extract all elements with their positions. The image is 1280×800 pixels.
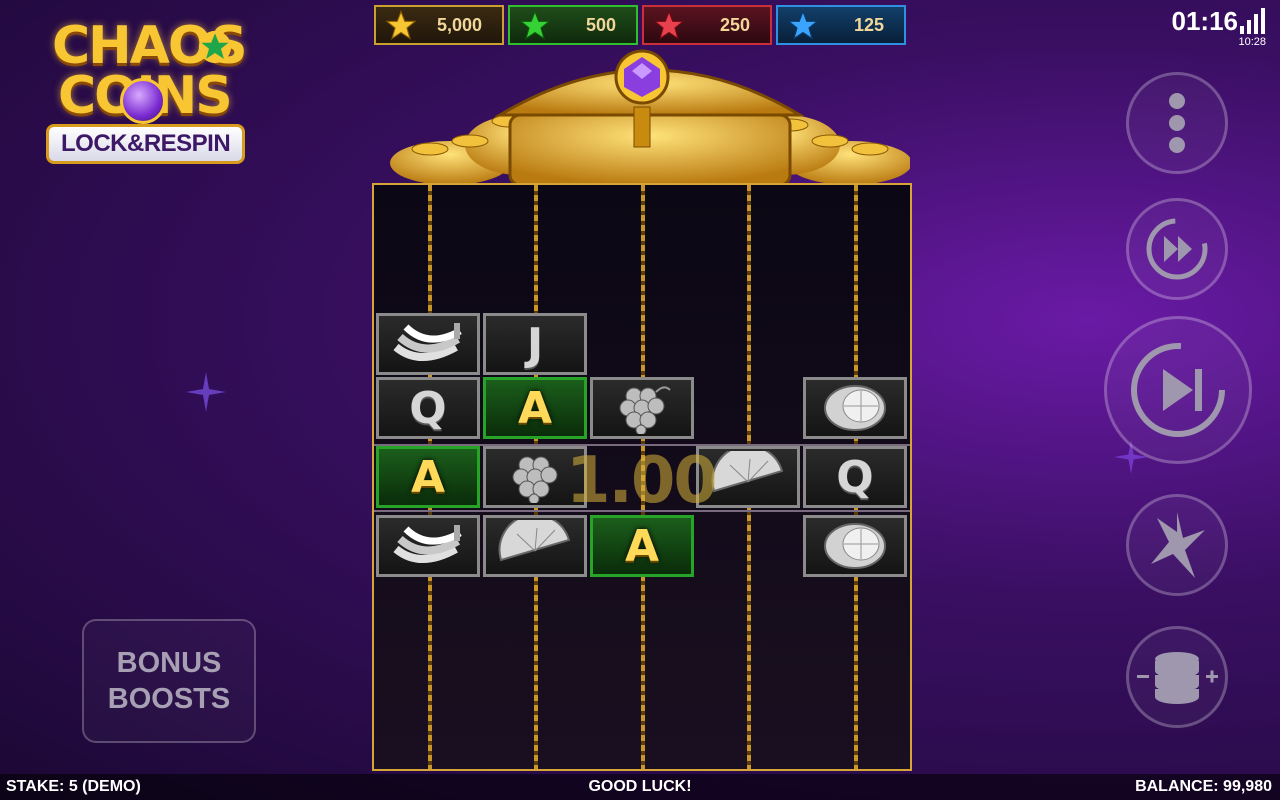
reel-symbol	[376, 515, 480, 577]
spin-button[interactable]	[1104, 316, 1252, 464]
bonus-boosts-button[interactable]: BONUS BOOSTS	[82, 619, 256, 743]
reel-symbol	[803, 515, 907, 577]
lemon-icon	[824, 523, 886, 569]
footer-bar: STAKE: 5 (DEMO) GOOD LUCK! BALANCE: 99,9…	[0, 774, 1280, 800]
reel-symbol-highlighted: A	[590, 515, 694, 577]
orange-slice-icon	[498, 520, 571, 562]
symbol-letter: A	[517, 382, 553, 434]
reel-symbol-highlighted: A	[376, 446, 480, 508]
coin-stack-icon	[1137, 652, 1218, 704]
grapes-icon	[512, 456, 558, 503]
reel-symbol	[376, 313, 480, 375]
stake-button[interactable]	[1126, 626, 1228, 728]
sparkle-icon	[186, 372, 226, 412]
jackpot-green: 500	[508, 5, 638, 45]
reel-symbol	[483, 515, 587, 577]
jackpot-bar: 5,000 500 250 125	[374, 5, 910, 45]
game-logo: CHAOS COINS LOCK&RESPIN	[36, 10, 286, 164]
turbo-button[interactable]	[1126, 198, 1228, 300]
treasure-chest-icon	[390, 49, 910, 185]
grapes-icon	[619, 386, 671, 434]
jackpot-value: 125	[853, 14, 884, 35]
menu-button[interactable]	[1126, 72, 1228, 174]
lightning-icon	[1151, 512, 1205, 578]
reel-symbol: Q	[803, 446, 907, 508]
blue-star-icon	[788, 10, 818, 40]
win-amount: 1.00	[566, 444, 718, 518]
jackpot-value: 5,000	[436, 14, 482, 35]
logo-tagline: LOCK&RESPIN	[46, 124, 246, 164]
signal-icon	[1240, 8, 1265, 34]
orange-slice-icon	[711, 451, 784, 493]
status-message: GOOD LUCK!	[588, 778, 692, 795]
spin-play-icon	[1131, 343, 1225, 437]
jackpot-value: 500	[585, 14, 616, 35]
banana-icon	[393, 525, 462, 563]
symbol-letter: Q	[836, 451, 874, 503]
more-vertical-icon	[1169, 93, 1185, 153]
jackpot-gold: 5,000	[374, 5, 504, 45]
symbol-letter: J	[526, 318, 544, 370]
clock-small: 10:28	[1238, 36, 1266, 48]
symbol-letter: A	[410, 451, 446, 503]
jackpot-value: 250	[719, 14, 750, 35]
emerald-star-icon	[198, 30, 232, 64]
purple-gem-coin-icon	[120, 78, 166, 124]
bonus-label-line2: BOOSTS	[107, 683, 231, 715]
gold-star-icon	[386, 10, 416, 40]
lemon-icon	[824, 385, 886, 431]
jackpot-red: 250	[642, 5, 772, 45]
reel-symbol	[590, 377, 694, 439]
balance-label: BALANCE: 99,980	[1135, 778, 1272, 795]
reel-symbol: Q	[376, 377, 480, 439]
red-star-icon	[654, 10, 684, 40]
fast-forward-icon	[1146, 218, 1208, 280]
clock: 01:16	[1171, 6, 1239, 36]
reel-symbol: J	[483, 313, 587, 375]
banana-icon	[393, 323, 462, 361]
bonus-label-line1: BONUS	[116, 647, 222, 679]
jackpot-blue: 125	[776, 5, 906, 45]
autoplay-button[interactable]	[1126, 494, 1228, 596]
reel-symbol-highlighted: A	[483, 377, 587, 439]
symbol-letter: Q	[409, 382, 447, 434]
reel-symbol	[803, 377, 907, 439]
green-star-icon	[520, 10, 550, 40]
symbol-letter: A	[624, 520, 660, 572]
